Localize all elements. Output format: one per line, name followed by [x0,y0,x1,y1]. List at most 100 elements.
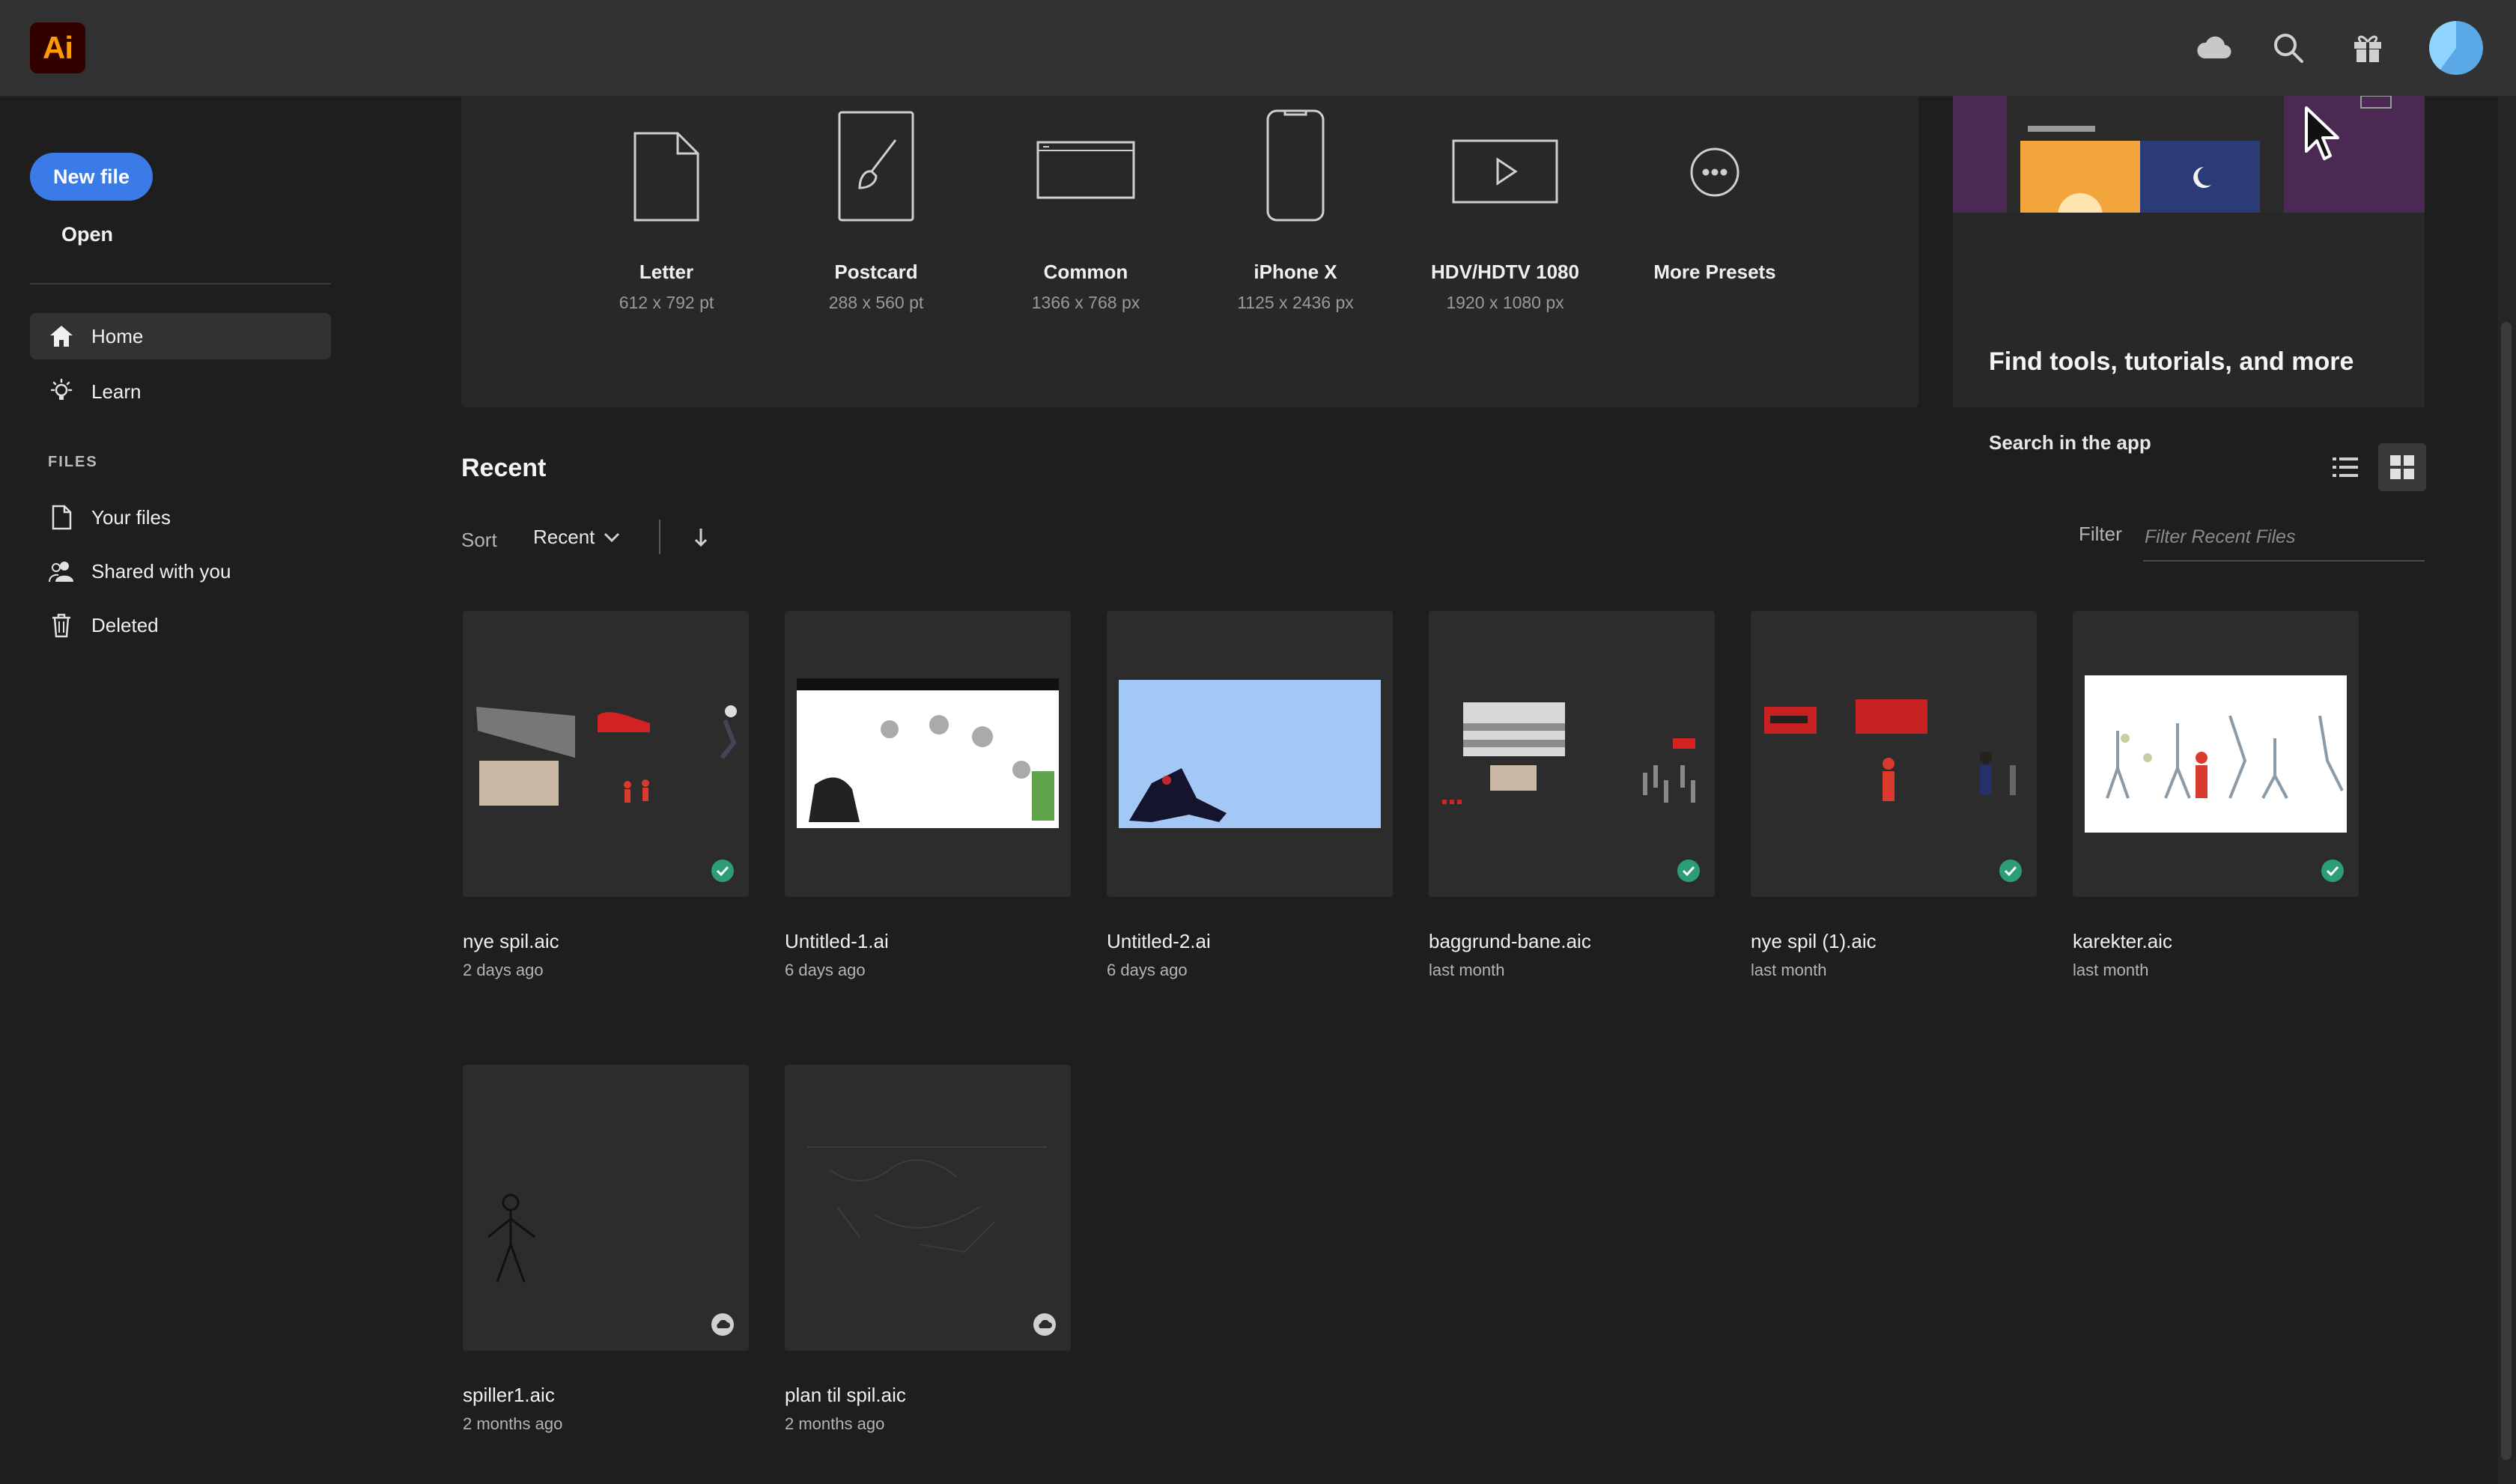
help-title: Find tools, tutorials, and more [1989,347,2354,376]
arrow-down-icon [694,529,708,547]
file-card[interactable]: Untitled-2.ai 6 days ago [1107,611,1393,980]
scrollbar-thumb[interactable] [2501,322,2512,1460]
file-date: 2 months ago [463,1414,563,1433]
file-name: spiller1.aic [463,1384,555,1406]
preset-name: HDV/HDTV 1080 [1431,261,1579,283]
sidebar-divider [30,283,331,285]
sidebar-item-label: Learn [91,380,142,403]
file-card[interactable]: spiller1.aic 2 months ago [463,1065,749,1434]
search-icon[interactable] [2266,25,2311,70]
file-thumbnail [1751,611,2037,897]
more-icon [1689,146,1741,202]
file-thumbnail [785,1065,1071,1351]
sort-dropdown[interactable]: Recent [533,526,620,549]
document-icon [633,131,700,226]
file-date: 2 days ago [463,961,544,979]
filter-label: Filter [2079,523,2122,545]
file-date: last month [1429,961,1505,979]
file-date: last month [1751,961,1827,979]
file-thumbnail [1107,611,1393,897]
file-card[interactable]: karekter.aic last month [2073,611,2359,980]
file-card[interactable]: nye spil.aic 2 days ago [463,611,749,980]
file-name: Untitled-2.ai [1107,930,1211,952]
sort-label: Sort [461,529,497,551]
preset-name: iPhone X [1254,261,1337,283]
app-logo: Ai [30,22,85,73]
brush-icon [837,110,915,226]
synced-status-icon [711,860,734,882]
files-heading: FILES [48,454,98,470]
gift-icon[interactable] [2345,25,2390,70]
file-name: karekter.aic [2073,930,2172,952]
preset-dimensions: 612 x 792 pt [619,293,714,312]
shared-users-icon [46,559,76,583]
filter-input[interactable] [2143,514,2425,562]
sidebar-item-shared[interactable]: Shared with you [30,548,331,594]
preset-letter[interactable]: Letter 612 x 792 pt [569,96,764,407]
preset-dimensions: 1920 x 1080 px [1446,293,1564,312]
phone-icon [1265,109,1325,226]
cloud-status-icon [1033,1313,1056,1336]
list-view-icon [2333,457,2358,477]
file-thumbnail [463,1065,749,1351]
search-in-app-link[interactable]: Search in the app [1989,431,2151,454]
preset-name: Letter [639,261,694,283]
preset-hdtv[interactable]: HDV/HDTV 1080 1920 x 1080 px [1408,96,1602,407]
synced-status-icon [1677,860,1700,882]
synced-status-icon [2321,860,2344,882]
presets-panel: Letter 612 x 792 pt Postcard 288 x 560 p… [461,96,1918,407]
sidebar-item-label: Your files [91,505,171,529]
sidebar-item-deleted[interactable]: Deleted [30,602,331,648]
file-card[interactable]: plan til spil.aic 2 months ago [785,1065,1071,1434]
video-icon [1451,139,1559,208]
sidebar-item-label: Deleted [91,613,159,636]
recent-title: Recent [461,454,547,482]
home-icon [46,324,76,348]
preset-iphone-x[interactable]: iPhone X 1125 x 2436 px [1198,96,1393,407]
new-file-button[interactable]: New file [30,153,153,201]
sidebar-item-label: Home [91,324,144,347]
preset-dimensions: 1125 x 2436 px [1237,293,1354,312]
cloud-icon[interactable] [2191,25,2236,70]
file-date: 2 months ago [785,1414,885,1433]
sidebar-item-home[interactable]: Home [30,313,331,359]
synced-status-icon [1999,860,2022,882]
mouse-cursor-icon [2302,103,2342,170]
sort-direction-button[interactable] [686,523,716,553]
chevron-down-icon [604,532,620,542]
file-thumbnail [785,611,1071,897]
help-illustration [1953,96,2425,213]
list-view-button[interactable] [2321,443,2369,491]
sort-divider [659,520,660,554]
file-name: plan til spil.aic [785,1384,906,1406]
file-card[interactable]: Untitled-1.ai 6 days ago [785,611,1071,980]
file-thumbnail [463,611,749,897]
file-name: nye spil (1).aic [1751,930,1877,952]
file-card[interactable]: nye spil (1).aic last month [1751,611,2037,980]
avatar[interactable] [2429,21,2483,75]
preset-dimensions: 1366 x 768 px [1031,293,1140,312]
file-date: last month [2073,961,2149,979]
cloud-status-icon [711,1313,734,1336]
lightbulb-icon [46,378,76,405]
sidebar-item-learn[interactable]: Learn [30,368,331,415]
preset-name: More Presets [1653,261,1776,283]
file-thumbnail [1429,611,1715,897]
sidebar-item-label: Shared with you [91,559,231,583]
preset-dimensions: 288 x 560 pt [828,293,924,312]
preset-more[interactable]: More Presets [1617,96,1812,407]
sort-value: Recent [533,526,595,548]
open-button[interactable]: Open [61,223,113,246]
browser-icon [1036,140,1136,204]
preset-postcard[interactable]: Postcard 288 x 560 pt [779,96,973,407]
file-date: 6 days ago [785,961,866,979]
grid-view-button[interactable] [2378,443,2426,491]
preset-common[interactable]: Common 1366 x 768 px [988,96,1183,407]
file-thumbnail [2073,611,2359,897]
trash-icon [46,612,76,638]
file-card[interactable]: baggrund-bane.aic last month [1429,611,1715,980]
file-date: 6 days ago [1107,961,1188,979]
sidebar-item-your-files[interactable]: Your files [30,494,331,541]
file-name: nye spil.aic [463,930,559,952]
top-bar [0,0,2516,97]
